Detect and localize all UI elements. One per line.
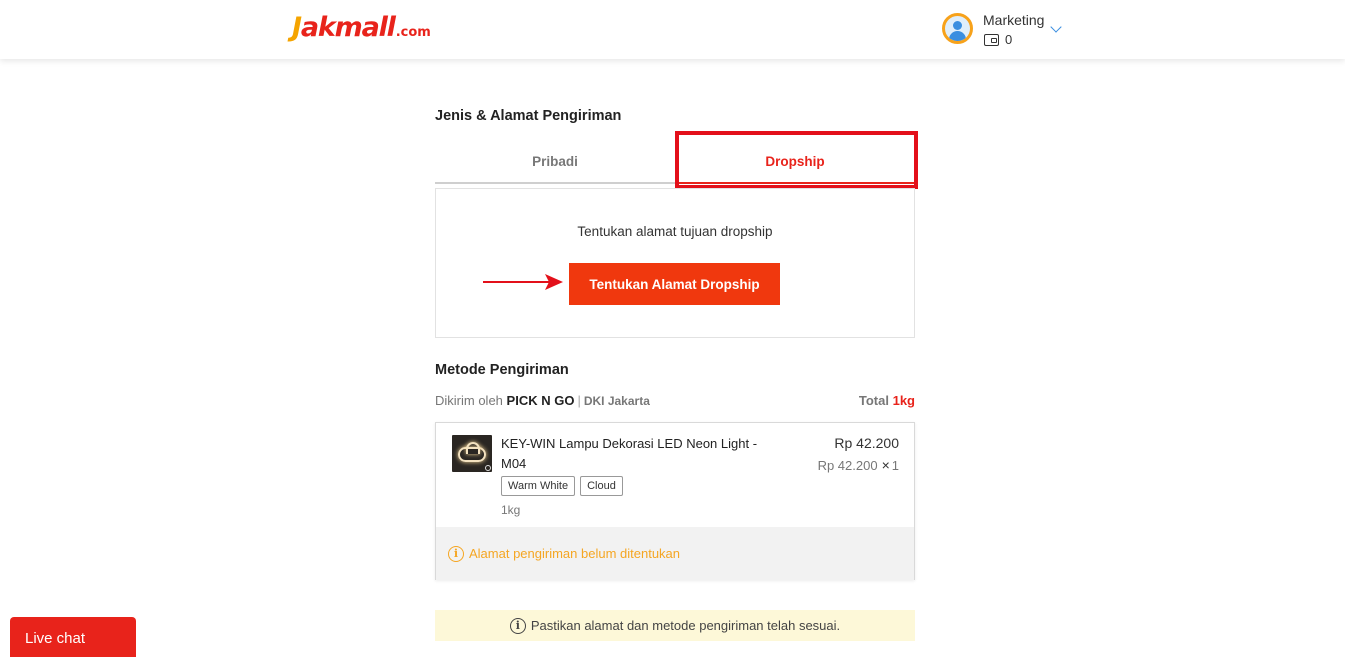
variant-chip: Warm White (501, 476, 576, 496)
courier-name: PICK N GO (506, 393, 575, 408)
info-icon: i (448, 545, 464, 562)
user-info: Marketing 0 (983, 12, 1044, 47)
notice-text: Pastikan alamat dan metode pengiriman te… (530, 618, 841, 633)
product-unit-qty: Rp 42.200 × 1 (818, 457, 899, 473)
live-chat-button[interactable]: Live chat (10, 617, 136, 657)
warning-text: Alamat pengiriman belum ditentukan (469, 546, 681, 561)
sender-location: DKI Jakarta (583, 394, 650, 408)
product-price: Rp 42.200 (834, 435, 899, 451)
wallet-row: 0 (983, 32, 1044, 47)
user-name: Marketing (983, 12, 1045, 28)
separator: | (577, 393, 581, 408)
quantity: 1 (891, 458, 899, 473)
dropship-prompt: Tentukan alamat tujuan dropship (577, 224, 773, 239)
jakmall-logo[interactable]: Jakmall .com (292, 12, 431, 46)
shipping-address-title: Jenis & Alamat Pengiriman (435, 108, 622, 124)
logo-wordmark: Jakmall (292, 12, 396, 43)
shipping-method-title: Metode Pengiriman (435, 362, 569, 378)
sender-info: Dikirim oleh PICK N GO | DKI Jakarta (435, 393, 650, 408)
times-icon: × (881, 457, 890, 473)
logo-suffix: .com (395, 25, 431, 40)
product-name[interactable]: KEY-WIN Lampu Dekorasi LED Neon Light - … (501, 434, 781, 474)
set-dropship-address-button[interactable]: Tentukan Alamat Dropship (569, 263, 780, 305)
product-image[interactable] (452, 435, 492, 472)
address-warning: i Alamat pengiriman belum ditentukan (436, 527, 914, 580)
shipping-info-row: Dikirim oleh PICK N GO | DKI Jakarta Total… (435, 393, 915, 411)
total-label: Total (858, 393, 889, 408)
chevron-down-icon[interactable] (1050, 21, 1062, 33)
wallet-icon (984, 33, 999, 46)
confirmation-notice: i Pastikan alamat dan metode pengiriman … (435, 610, 915, 641)
unit-price: Rp 42.200 (817, 458, 878, 473)
product-card: KEY-WIN Lampu Dekorasi LED Neon Light - … (435, 422, 915, 580)
sent-by-label: Dikirim oleh (435, 393, 503, 408)
info-icon: i (509, 617, 526, 634)
annotation-arrow-icon (483, 274, 563, 290)
tab-pribadi[interactable]: Pribadi (435, 141, 675, 184)
annotation-highlight-box (675, 131, 918, 189)
product-weight: 1kg (501, 503, 521, 517)
avatar-icon (942, 13, 973, 44)
wallet-balance: 0 (1005, 32, 1013, 47)
logo-text: akmall (300, 12, 396, 43)
variant-chip: Cloud (580, 476, 623, 496)
product-variants: Warm White Cloud (501, 476, 623, 496)
user-menu[interactable]: Marketing 0 (942, 12, 1062, 48)
total-weight-value: 1kg (892, 393, 915, 408)
dropship-panel: Tentukan alamat tujuan dropship Tentukan… (435, 188, 915, 338)
total-weight: Total 1kg (859, 393, 915, 408)
top-header: Jakmall .com Marketing 0 (0, 0, 1345, 59)
logo-j: J (292, 12, 302, 43)
